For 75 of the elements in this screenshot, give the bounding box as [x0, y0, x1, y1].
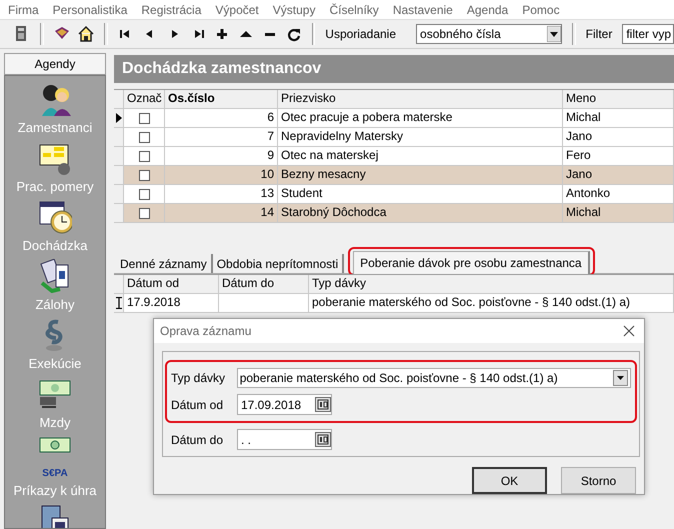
table-cell: Starobný Dôchodca [278, 204, 563, 222]
table-row[interactable]: 7 Nepravidelny Matersky Jano [114, 128, 674, 147]
table-cell: Michal [563, 204, 674, 222]
table-cell: Bezny mesacny [278, 166, 563, 184]
table-cell: Michal [563, 109, 674, 127]
column-header[interactable]: Os.číslo [165, 90, 278, 108]
column-header[interactable]: Typ dávky [309, 275, 674, 293]
field-label: Typ dávky [171, 371, 226, 385]
table-cell: 7 [165, 128, 278, 146]
dropdown-arrow-icon[interactable] [546, 26, 561, 42]
menu-item[interactable]: Firma [8, 2, 39, 16]
filter-label: Filter [586, 27, 612, 41]
table-cell: 13 [165, 185, 278, 203]
dialog-button[interactable]: OK [472, 467, 547, 494]
menu-item[interactable]: Registrácia [141, 2, 202, 16]
checkbox[interactable] [138, 150, 150, 162]
menu-item[interactable]: Personalistika [52, 2, 128, 16]
table-cell: 17.9.2018 [124, 294, 219, 312]
calendar-clock-icon[interactable] [38, 200, 72, 234]
sort-label: Usporiadanie [325, 27, 396, 41]
table-cell: Nepravidelny Matersky [278, 128, 563, 146]
tab[interactable]: Poberanie dávok pre osobu zamestnanca [353, 251, 590, 274]
table-row[interactable]: 13 Student Antonko [114, 185, 674, 204]
row-indicator-cell [114, 128, 124, 146]
checkbox[interactable] [138, 208, 150, 218]
checkbox[interactable] [138, 170, 150, 180]
date-field[interactable]: . . [237, 429, 332, 450]
column-header[interactable]: Priezvisko [278, 90, 563, 108]
table-cell: Jano [563, 166, 674, 184]
table-cell: Jano [563, 128, 674, 146]
menu-item[interactable]: Agenda [466, 2, 508, 16]
table-row[interactable]: 9 Otec na materskej Fero [114, 147, 674, 166]
table-row[interactable]: 6 Otec pracuje a pobera materske Michal [114, 109, 674, 128]
sort-dropdown[interactable]: osobného čísla [416, 24, 562, 44]
checkbox[interactable] [138, 112, 150, 124]
column-header[interactable]: Označ [124, 90, 165, 108]
sepa-logo-text: S€PA [42, 468, 68, 479]
dialog-title: Oprava záznamu [160, 324, 252, 338]
checkbox[interactable] [138, 188, 150, 200]
row-indicator-cell [114, 204, 124, 222]
page-title: Dochádzka zamestnancov [114, 55, 674, 83]
table-cell: 6 [165, 109, 278, 127]
dialog-button[interactable]: Storno [561, 467, 636, 494]
table-cell: Otec pracuje a pobera materske [278, 109, 563, 127]
menu-item[interactable]: Číselníky [329, 2, 379, 16]
column-header[interactable]: Dátum do [219, 275, 309, 293]
table-cell: Otec na materskej [278, 147, 563, 165]
column-header[interactable]: Dátum od [124, 275, 219, 293]
table-cell: Student [278, 185, 563, 203]
row-indicator-cell [114, 166, 124, 184]
close-icon[interactable] [623, 325, 635, 337]
menu-item[interactable]: Pomoc [522, 2, 560, 16]
row-indicator-cell [114, 147, 124, 165]
column-header[interactable]: Meno [563, 90, 674, 108]
date-field[interactable]: 17.09.2018 [237, 394, 332, 415]
field-label: Dátum do [171, 432, 224, 446]
table-cell: 10 [165, 166, 278, 184]
menu-item[interactable]: Výpočet [215, 2, 259, 16]
highlighted-row[interactable]: 10 Bezny mesacny Jano [114, 166, 674, 185]
table-cell: Fero [563, 147, 674, 165]
sidebar-header[interactable]: Agendy [4, 53, 106, 75]
row-indicator-cell [114, 185, 124, 203]
table-cell: 14 [165, 204, 278, 222]
table-cell: poberanie materského od Soc. poisťovne - § 140 odst.(1) a) [309, 294, 674, 312]
benefit-type-dropdown[interactable]: poberanie materského od Soc. poisťovne - § 140 odst.(1) a) [236, 368, 631, 388]
highlighted-row[interactable]: 14 Starobný Dôchodca Michal [114, 204, 674, 223]
menu-item[interactable]: Nastavenie [392, 2, 453, 16]
checkbox[interactable] [138, 132, 150, 142]
home-icon[interactable] [76, 25, 95, 43]
field-label: Dátum od [171, 398, 224, 412]
menu-item[interactable]: Výstupy [272, 2, 316, 16]
filter-field[interactable]: filter vyp [622, 24, 674, 44]
table-cell: Antonko [563, 185, 674, 203]
table-cell: 9 [165, 147, 278, 165]
tab[interactable]: Obdobia neprítomnosti [212, 254, 344, 273]
